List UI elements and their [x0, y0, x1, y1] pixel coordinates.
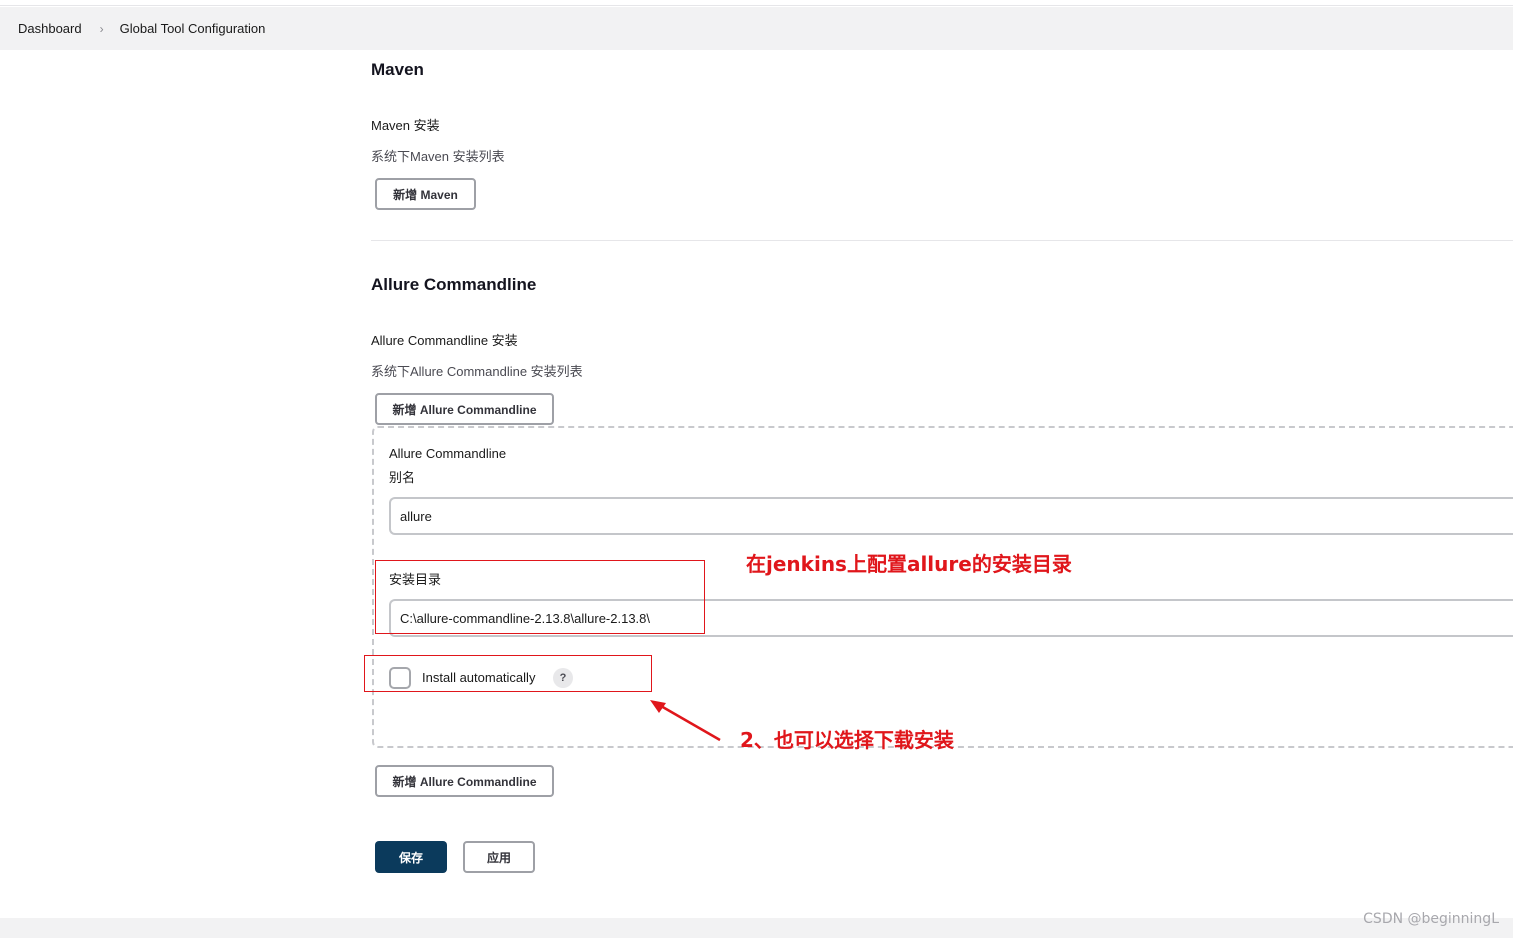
maven-install-description: 系统下Maven 安装列表	[371, 149, 505, 164]
breadcrumb: Dashboard › Global Tool Configuration	[0, 7, 1513, 50]
breadcrumb-dashboard[interactable]: Dashboard	[18, 21, 82, 36]
allure-install-label: Allure Commandline 安装	[371, 333, 518, 348]
footer-bar	[0, 918, 1513, 938]
maven-section-title: Maven	[371, 60, 424, 79]
highlight-box-install-home	[375, 560, 705, 634]
add-allure-button-top[interactable]: 新增 Allure Commandline	[375, 393, 554, 425]
add-maven-button[interactable]: 新增 Maven	[375, 178, 476, 210]
allure-section-title: Allure Commandline	[371, 275, 537, 294]
red-arrow-icon	[650, 700, 721, 742]
chevron-right-icon: ›	[99, 21, 104, 36]
annotation-install-home: 在jenkins上配置allure的安装目录	[746, 552, 1072, 576]
breadcrumb-global-tool-configuration[interactable]: Global Tool Configuration	[120, 21, 266, 36]
alias-label: 别名	[389, 470, 416, 485]
highlight-box-install-auto	[364, 655, 652, 692]
annotation-download-install: 2、也可以选择下载安装	[740, 728, 954, 752]
top-border	[0, 0, 1513, 6]
save-button[interactable]: 保存	[375, 841, 447, 873]
apply-button[interactable]: 应用	[463, 841, 535, 873]
maven-install-label: Maven 安装	[371, 118, 440, 133]
allure-install-description: 系统下Allure Commandline 安装列表	[371, 364, 583, 379]
alias-input[interactable]: allure	[389, 497, 1513, 535]
watermark: CSDN @beginningL	[1363, 911, 1499, 927]
add-allure-button-bottom[interactable]: 新增 Allure Commandline	[375, 765, 554, 797]
section-divider	[371, 240, 1513, 241]
allure-entry-header: Allure Commandline	[389, 446, 507, 461]
